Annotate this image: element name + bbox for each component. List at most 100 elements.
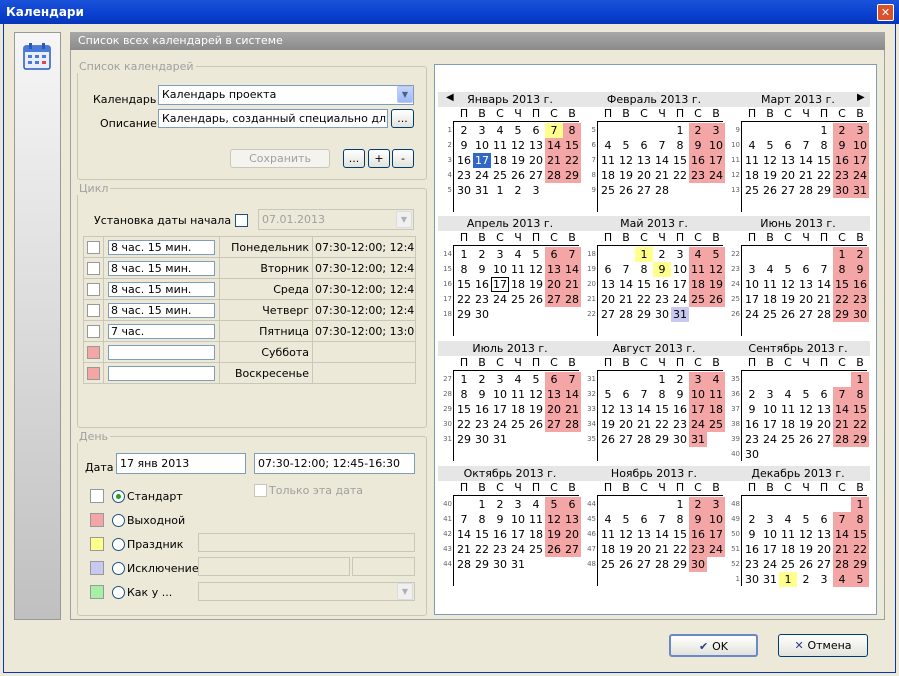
calendar-day[interactable]: 16 (689, 527, 707, 542)
date-field[interactable]: 17 янв 2013 (116, 453, 246, 474)
calendar-day[interactable]: 5 (761, 138, 779, 153)
only-this-date-checkbox[interactable] (254, 484, 267, 497)
chevron-down-icon[interactable]: ▼ (397, 583, 413, 600)
calendar-day[interactable]: 24 (491, 417, 509, 432)
calendar-day[interactable]: 23 (743, 557, 761, 572)
calendar-day[interactable]: 8 (833, 262, 851, 277)
calendar-day[interactable]: 1 (671, 497, 689, 512)
calendar-day[interactable]: 5 (797, 512, 815, 527)
calendar-day[interactable]: 26 (545, 542, 563, 557)
calendar-day[interactable]: 13 (815, 527, 833, 542)
calendar-day[interactable]: 6 (599, 262, 617, 277)
calendar-day[interactable]: 2 (851, 247, 869, 262)
calendar-day[interactable]: 5 (527, 372, 545, 387)
calendar-day[interactable]: 2 (473, 372, 491, 387)
calendar-day[interactable]: 26 (797, 432, 815, 447)
calendar-day[interactable]: 24 (851, 168, 869, 183)
calendar-day[interactable]: 24 (707, 542, 725, 557)
cycle-hours-field[interactable]: 8 час. 15 мин. (108, 239, 215, 255)
calendar-day[interactable]: 19 (707, 277, 725, 292)
calendar-day[interactable]: 15 (851, 527, 869, 542)
calendar-day[interactable]: 7 (833, 512, 851, 527)
calendar-day[interactable]: 7 (653, 512, 671, 527)
calendar-day[interactable]: 20 (599, 292, 617, 307)
calendar-day[interactable]: 14 (653, 153, 671, 168)
calendar-day[interactable]: 22 (851, 417, 869, 432)
calendar-day[interactable]: 7 (653, 138, 671, 153)
calendar-day[interactable]: 7 (635, 387, 653, 402)
calendar-day[interactable]: 16 (743, 542, 761, 557)
calendar-day[interactable]: 13 (797, 277, 815, 292)
calendar-day[interactable]: 20 (545, 277, 563, 292)
calendar-day[interactable]: 21 (617, 292, 635, 307)
calendar-day[interactable]: 10 (689, 387, 707, 402)
calendar-day[interactable]: 28 (563, 292, 581, 307)
calendar-day[interactable]: 9 (473, 387, 491, 402)
calendar-day[interactable]: 24 (473, 168, 491, 183)
calendar-day[interactable]: 15 (671, 527, 689, 542)
calendar-day[interactable]: 12 (545, 512, 563, 527)
calendar-day[interactable]: 25 (689, 292, 707, 307)
calendar-day[interactable]: 13 (635, 527, 653, 542)
calendar-day[interactable]: 2 (653, 247, 671, 262)
calendar-day[interactable]: 22 (653, 417, 671, 432)
calendar-day[interactable]: 30 (473, 307, 491, 322)
save-button[interactable]: Сохранить (230, 149, 330, 168)
close-button[interactable]: ✕ (877, 4, 894, 21)
calendar-day[interactable]: 3 (761, 387, 779, 402)
calendar-day[interactable]: 22 (473, 542, 491, 557)
calendar-day[interactable]: 21 (653, 542, 671, 557)
calendar-day[interactable]: 1 (473, 497, 491, 512)
calendar-day[interactable]: 8 (473, 512, 491, 527)
calendar-day[interactable]: 27 (527, 168, 545, 183)
calendar-day[interactable]: 10 (761, 402, 779, 417)
calendar-day[interactable]: 24 (761, 557, 779, 572)
calendar-day[interactable]: 8 (635, 262, 653, 277)
calendar-day[interactable]: 9 (851, 262, 869, 277)
calendar-day[interactable]: 3 (491, 247, 509, 262)
calendar-day[interactable]: 3 (707, 123, 725, 138)
calendar-day[interactable]: 13 (545, 262, 563, 277)
calendar-day[interactable]: 21 (563, 277, 581, 292)
calendar-day[interactable]: 22 (851, 542, 869, 557)
calendar-day[interactable]: 26 (599, 432, 617, 447)
cycle-color-cell[interactable] (83, 362, 104, 384)
calendar-day[interactable]: 19 (779, 292, 797, 307)
same-as-select[interactable] (198, 582, 415, 601)
calendar-day[interactable]: 14 (815, 277, 833, 292)
calendar-day[interactable]: 5 (797, 387, 815, 402)
calendar-day[interactable]: 6 (815, 387, 833, 402)
calendar-day[interactable]: 22 (815, 168, 833, 183)
calendar-day[interactable]: 13 (617, 402, 635, 417)
calendar-day[interactable]: 8 (815, 138, 833, 153)
calendar-day[interactable]: 27 (635, 183, 653, 198)
calendar-day[interactable]: 14 (797, 153, 815, 168)
exception-field[interactable] (198, 557, 350, 576)
calendar-day[interactable]: 26 (797, 557, 815, 572)
calendar-day[interactable]: 1 (653, 372, 671, 387)
calendar-day[interactable]: 15 (815, 153, 833, 168)
calendar-day[interactable]: 27 (599, 307, 617, 322)
calendar-day[interactable]: 14 (833, 527, 851, 542)
calendar-day[interactable]: 15 (563, 138, 581, 153)
cycle-color-cell[interactable] (83, 299, 104, 321)
calendar-day[interactable]: 27 (545, 417, 563, 432)
calendar-day[interactable]: 15 (455, 402, 473, 417)
calendar-day[interactable]: 13 (635, 153, 653, 168)
calendar-day[interactable]: 12 (599, 402, 617, 417)
calendar-day[interactable]: 12 (509, 138, 527, 153)
cycle-times[interactable] (312, 341, 416, 363)
calendar-day[interactable]: 5 (779, 262, 797, 277)
calendar-day[interactable]: 31 (851, 183, 869, 198)
calendar-day[interactable]: 9 (491, 512, 509, 527)
calendar-day[interactable]: 15 (833, 277, 851, 292)
calendar-day[interactable]: 24 (509, 542, 527, 557)
calendar-day[interactable]: 12 (797, 402, 815, 417)
calendar-day[interactable]: 13 (527, 138, 545, 153)
calendar-day[interactable]: 6 (635, 138, 653, 153)
calendar-day[interactable]: 19 (509, 153, 527, 168)
calendar-more-button[interactable]: ... (343, 149, 365, 168)
chevron-down-icon[interactable]: ▼ (397, 86, 413, 103)
calendar-day[interactable]: 19 (545, 527, 563, 542)
calendar-day[interactable]: 12 (797, 527, 815, 542)
